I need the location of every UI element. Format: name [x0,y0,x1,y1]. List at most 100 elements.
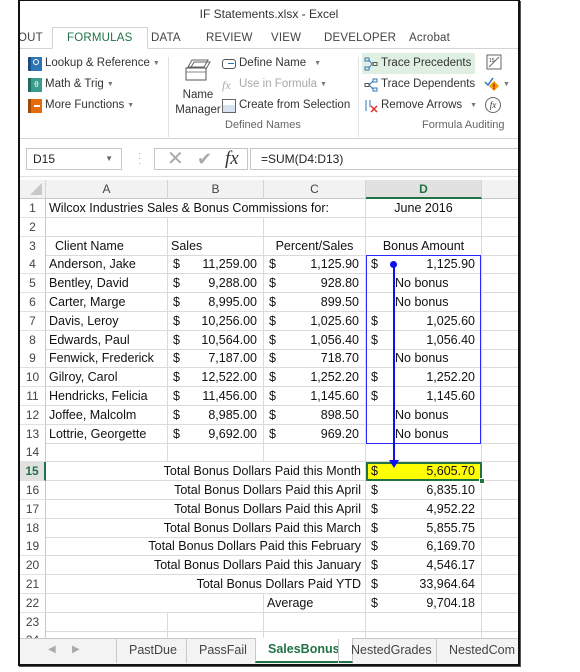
cell-total-label[interactable]: Total Bonus Dollars Paid this March [46,518,366,538]
cell-bonus-amount[interactable]: No bonus [366,424,482,444]
cell-sales[interactable]: $10,256.00 [168,311,264,331]
cell-average-label[interactable]: Average [264,593,366,613]
cell-sales[interactable]: $11,259.00 [168,255,264,275]
tab-data[interactable]: DATA [151,28,181,48]
cell-empty[interactable] [168,612,264,632]
cell-empty[interactable] [168,443,264,463]
row-header[interactable]: 17 [20,499,46,519]
cell-empty[interactable] [482,556,518,576]
cell-empty[interactable] [482,519,518,538]
cell-bonus-amount[interactable]: No bonus [366,349,482,369]
cell-empty[interactable] [482,274,518,294]
cell-empty[interactable] [482,312,518,331]
row-header[interactable]: 14 [20,443,46,463]
cell-client-name[interactable]: Davis, Leroy [46,311,168,331]
cell-total-value[interactable]: $5,855.75 [366,518,482,538]
insert-function-icon[interactable]: fx [225,149,239,169]
column-header-a[interactable]: A [46,180,168,199]
cell-total-label[interactable]: Total Bonus Dollars Paid this April [46,481,366,500]
cell-total-label[interactable]: Total Bonus Dollars Paid YTD [46,575,366,594]
cell-empty[interactable] [482,331,518,350]
more-functions-button[interactable]: More Functions ▼ [28,97,134,114]
create-from-selection-button[interactable]: Create from Selection [222,97,350,114]
header-sales[interactable]: Sales [168,236,264,256]
cell-total-value[interactable]: $33,964.64 [366,575,482,594]
formula-bar-resize-handle[interactable]: · · · [138,149,141,169]
cell-percent-sales[interactable]: $969.20 [264,424,366,444]
sheet-tab-nestedcom[interactable]: NestedCom [436,639,518,663]
cancel-icon[interactable]: ✕ [167,149,184,169]
cell-total-value[interactable]: $4,952.22 [366,499,482,519]
lookup-reference-button[interactable]: Lookup & Reference ▼ [28,55,160,72]
cell-empty[interactable] [482,349,518,369]
cell-total-value[interactable]: $6,169.70 [366,537,482,557]
cell-empty[interactable] [46,612,168,632]
show-formulas-button[interactable]: 15 [486,54,502,70]
cell-bonus-amount[interactable]: $1,145.60 [366,387,482,406]
chevron-down-icon[interactable]: ▼ [105,149,113,169]
name-manager-button[interactable]: Name Manager [172,55,224,118]
cell-sales[interactable]: $8,995.00 [168,293,264,312]
cell-empty[interactable] [168,217,264,237]
name-box[interactable]: D15 ▼ [26,148,122,170]
cell-empty[interactable] [482,613,518,632]
column-header-e[interactable] [482,180,518,199]
cell-empty[interactable] [482,218,518,237]
row-header[interactable]: 11 [20,387,46,406]
cell-client-name[interactable]: Joffee, Malcolm [46,405,168,425]
math-trig-button[interactable]: θ Math & Trig ▼ [28,76,114,93]
cell-total-value[interactable]: $6,835.10 [366,481,482,500]
define-name-button[interactable]: Define Name ▼ [222,55,321,72]
row-header[interactable]: 18 [20,518,46,538]
row-header[interactable]: 8 [20,330,46,350]
cell-client-name[interactable]: Bentley, David [46,274,168,294]
cell-client-name[interactable]: Lottrie, Georgette [46,424,168,444]
cell-sales[interactable]: $12,522.00 [168,368,264,388]
cell-percent-sales[interactable]: $1,252.20 [264,368,366,388]
formula-input[interactable]: =SUM(D4:D13) [250,148,518,170]
cell-total-value[interactable]: $4,546.17 [366,556,482,576]
cell-total-label[interactable]: Total Bonus Dollars Paid this Month [46,462,366,482]
cell-bonus-amount[interactable]: $1,125.90 [366,255,482,275]
cell-client-name[interactable]: Anderson, Jake [46,255,168,275]
row-header[interactable]: 22 [20,593,46,613]
row-header[interactable]: 12 [20,405,46,425]
cell-empty[interactable] [482,575,518,594]
cell-percent-sales[interactable]: $898.50 [264,405,366,425]
cell-bonus-amount[interactable]: $1,025.60 [366,311,482,331]
column-header-d[interactable]: D [366,180,482,199]
active-cell-d15[interactable]: $5,605.70 [366,462,485,485]
cell-empty[interactable] [482,387,518,406]
tab-formulas[interactable]: FORMULAS [52,27,148,49]
fill-handle[interactable] [479,478,485,485]
cell-empty[interactable] [366,612,482,632]
cell-empty[interactable] [366,217,482,237]
header-percent-sales[interactable]: Percent/Sales [264,236,366,256]
row-header[interactable]: 2 [20,217,46,237]
cell-percent-sales[interactable]: $1,056.40 [264,330,366,350]
cell-empty[interactable] [482,406,518,425]
row-header[interactable]: 9 [20,349,46,369]
cell-empty[interactable] [46,443,168,463]
cell-bonus-amount[interactable]: No bonus [366,274,482,294]
cell-empty[interactable] [482,462,518,482]
cell-empty[interactable] [482,368,518,388]
scroll-right-icon[interactable]: ▶ [72,644,80,655]
row-header[interactable]: 10 [20,368,46,388]
row-header[interactable]: 3 [20,236,46,256]
cell-empty[interactable] [482,500,518,519]
row-header[interactable]: 20 [20,556,46,576]
select-all-corner[interactable] [20,180,46,199]
row-header[interactable]: 21 [20,575,46,594]
evaluate-formula-button[interactable]: fx [485,97,501,113]
cell-client-name[interactable]: Edwards, Paul [46,330,168,350]
cell-bonus-amount[interactable]: No bonus [366,293,482,312]
header-client-name[interactable]: Client Name [46,236,168,256]
header-bonus-amount[interactable]: Bonus Amount [366,236,482,256]
sheet-tab-pastdue[interactable]: PastDue [116,639,189,663]
cell-percent-sales[interactable]: $928.80 [264,274,366,294]
cell-empty[interactable] [366,443,482,463]
column-header-c[interactable]: C [264,180,366,199]
tab-view[interactable]: VIEW [271,28,301,48]
cell-empty[interactable] [482,255,518,275]
